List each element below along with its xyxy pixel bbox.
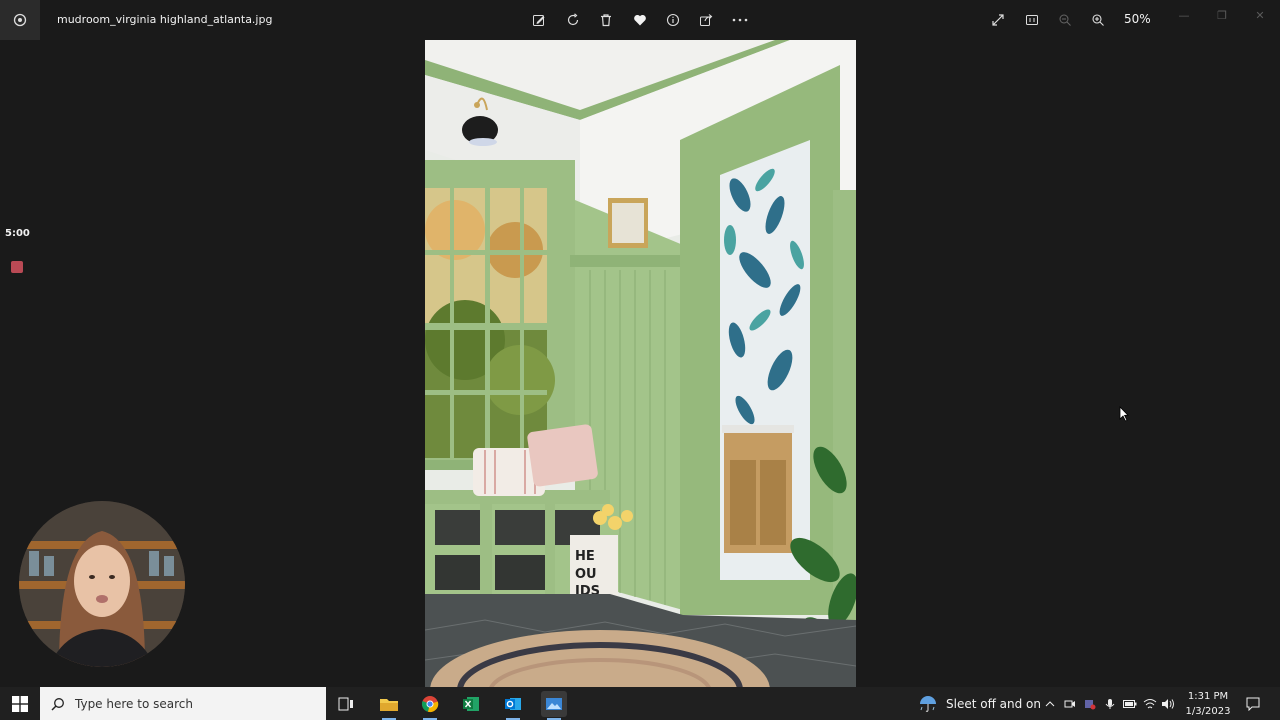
svg-text:OU: OU: [575, 567, 597, 582]
zoom-out-icon[interactable]: [1055, 10, 1075, 30]
restore-button[interactable]: ❐: [1210, 6, 1234, 24]
camera-tray-icon[interactable]: [1062, 696, 1078, 712]
zoom-in-icon[interactable]: [1088, 10, 1108, 30]
rotate-icon[interactable]: [563, 10, 583, 30]
clock-date: 1/3/2023: [1185, 706, 1231, 717]
minimize-button[interactable]: —: [1172, 6, 1196, 24]
system-clock[interactable]: 1:31 PM 1/3/2023: [1180, 689, 1236, 719]
file-name: mudroom_virginia highland_atlanta.jpg: [57, 13, 273, 26]
chevron-up-icon[interactable]: [1042, 696, 1058, 712]
weather-text: Sleet off and on: [946, 696, 1041, 711]
file-explorer-icon[interactable]: [376, 691, 402, 720]
actual-size-icon[interactable]: [1022, 10, 1042, 30]
taskbar-search-box[interactable]: Type here to search: [40, 687, 326, 720]
chrome-icon[interactable]: [417, 691, 443, 720]
notifications-icon[interactable]: [1245, 696, 1261, 712]
stop-recording-button[interactable]: [11, 261, 23, 273]
mouse-cursor-icon: [1119, 406, 1129, 426]
teams-tray-icon[interactable]: [1082, 696, 1098, 712]
recording-timer: 5:00: [5, 228, 30, 239]
weather-widget[interactable]: Sleet off and on: [918, 687, 1041, 720]
mudroom-photo[interactable]: HE OU IDS: [425, 40, 856, 687]
title-bar: mudroom_virginia highland_atlanta.jpg 50…: [0, 0, 1280, 40]
search-placeholder: Type here to search: [75, 696, 193, 711]
fullscreen-icon[interactable]: [988, 10, 1008, 30]
share-icon[interactable]: [696, 10, 716, 30]
task-view-icon[interactable]: [333, 691, 359, 717]
webcam-overlay: [19, 501, 185, 667]
more-icon[interactable]: [730, 10, 750, 30]
favorite-heart-icon[interactable]: [630, 10, 650, 30]
info-icon[interactable]: [663, 10, 683, 30]
clock-time: 1:31 PM: [1187, 691, 1229, 702]
battery-icon[interactable]: [1122, 696, 1138, 712]
wifi-icon[interactable]: [1142, 696, 1158, 712]
outlook-icon[interactable]: [500, 691, 526, 720]
search-icon: [51, 697, 65, 711]
edit-icon[interactable]: [529, 10, 549, 30]
close-button[interactable]: ✕: [1248, 6, 1272, 24]
umbrella-rain-icon: [920, 695, 936, 712]
delete-icon[interactable]: [596, 10, 616, 30]
microphone-icon[interactable]: [1102, 696, 1118, 712]
excel-icon[interactable]: [458, 691, 484, 717]
zoom-level[interactable]: 50%: [1124, 12, 1151, 26]
photos-taskbar-icon[interactable]: [541, 691, 567, 720]
svg-text:HE: HE: [575, 549, 595, 564]
photos-app-icon[interactable]: [0, 0, 40, 40]
volume-icon[interactable]: [1160, 696, 1176, 712]
windows-start-icon[interactable]: [0, 687, 40, 720]
taskbar: Type here to search Sleet off and on 1:3…: [0, 687, 1280, 720]
